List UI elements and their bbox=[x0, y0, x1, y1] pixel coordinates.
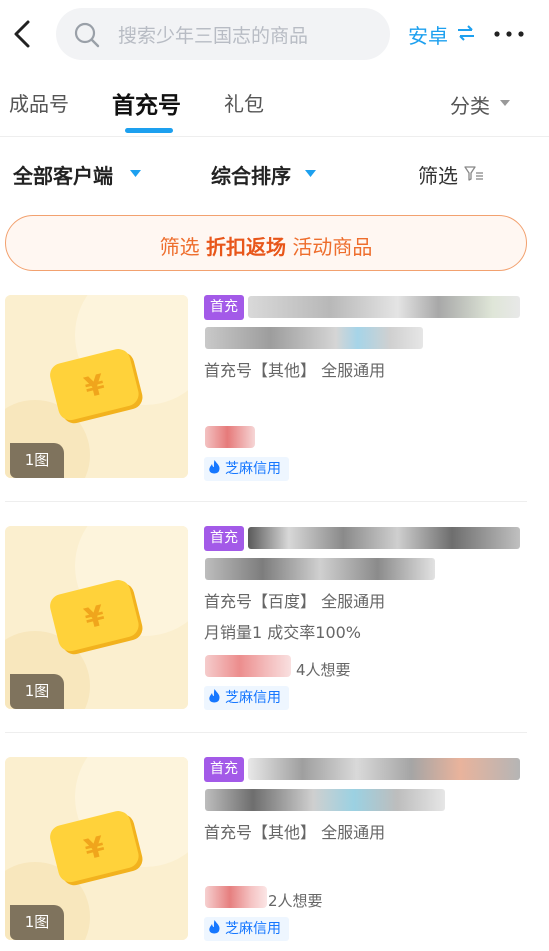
promo-prefix: 筛选 bbox=[159, 235, 200, 259]
first-charge-badge: 首充 bbox=[204, 757, 244, 782]
listing-desc: 首充号【百度】 全服通用 bbox=[204, 592, 386, 611]
credit-label: 芝麻信用 bbox=[225, 690, 281, 706]
blurred-price bbox=[205, 655, 291, 677]
blurred-title bbox=[248, 758, 520, 780]
credit-badge: 芝麻信用 bbox=[204, 686, 289, 710]
product-thumbnail: ¥ 1图 bbox=[5, 526, 188, 709]
search-box[interactable]: 搜索少年三国志的商品 bbox=[56, 8, 390, 60]
divider bbox=[5, 732, 527, 733]
flame-icon bbox=[209, 460, 220, 474]
want-count: 4人想要 bbox=[296, 661, 351, 679]
first-charge-badge: 首充 bbox=[204, 526, 244, 551]
listing-item[interactable]: ¥ 1图 首充 首充号【其他】 全服通用 芝麻信用 bbox=[0, 295, 549, 515]
tab-first-charge-account[interactable]: 首充号 bbox=[112, 86, 181, 120]
divider bbox=[0, 136, 549, 137]
tab-bar: 成品号 首充号 礼包 分类 bbox=[0, 78, 549, 134]
promo-suffix: 活动商品 bbox=[292, 235, 373, 259]
more-icon[interactable] bbox=[492, 26, 526, 42]
blurred-title bbox=[205, 327, 423, 349]
credit-label: 芝麻信用 bbox=[225, 921, 281, 937]
blurred-title bbox=[248, 296, 520, 318]
filter-bar: 全部客户端 综合排序 筛选 bbox=[0, 148, 549, 198]
blurred-title bbox=[248, 527, 520, 549]
listing-stats: 月销量1 成交率100% bbox=[204, 623, 362, 642]
funnel-icon bbox=[464, 166, 483, 181]
back-arrow-icon[interactable] bbox=[8, 16, 38, 52]
flame-icon bbox=[209, 689, 220, 703]
category-dropdown[interactable]: 分类 bbox=[450, 90, 490, 119]
promo-highlight: 折扣返场 bbox=[206, 235, 286, 259]
image-count-badge: 1图 bbox=[10, 443, 64, 478]
listing-desc: 首充号【其他】 全服通用 bbox=[204, 361, 386, 380]
search-placeholder: 搜索少年三国志的商品 bbox=[118, 25, 309, 47]
product-thumbnail: ¥ 1图 bbox=[5, 295, 188, 478]
tab-finished-account[interactable]: 成品号 bbox=[9, 88, 69, 117]
chevron-down-icon bbox=[500, 100, 510, 106]
client-filter[interactable]: 全部客户端 bbox=[13, 160, 113, 189]
credit-badge: 芝麻信用 bbox=[204, 457, 289, 481]
top-bar: 搜索少年三国志的商品 安卓 bbox=[0, 0, 549, 68]
flame-icon bbox=[209, 920, 220, 934]
swap-arrows-icon[interactable] bbox=[456, 21, 476, 45]
product-thumbnail: ¥ 1图 bbox=[5, 757, 188, 940]
image-count-badge: 1图 bbox=[10, 674, 64, 709]
listing-item[interactable]: ¥ 1图 首充 首充号【百度】 全服通用 月销量1 成交率100% 4人想要 芝… bbox=[0, 526, 549, 746]
sort-filter[interactable]: 综合排序 bbox=[211, 160, 291, 189]
promo-text: 筛选 折扣返场 活动商品 bbox=[160, 231, 373, 260]
want-count: 2人想要 bbox=[268, 892, 323, 910]
blurred-price bbox=[205, 426, 255, 448]
platform-switch[interactable]: 安卓 bbox=[408, 20, 448, 49]
listing-desc: 首充号【其他】 全服通用 bbox=[204, 823, 386, 842]
tab-gift-pack[interactable]: 礼包 bbox=[224, 88, 264, 117]
blurred-title bbox=[205, 558, 435, 580]
credit-label: 芝麻信用 bbox=[225, 461, 281, 477]
chevron-down-icon bbox=[130, 170, 141, 177]
promo-banner[interactable]: 筛选 折扣返场 活动商品 bbox=[5, 215, 527, 271]
credit-badge: 芝麻信用 bbox=[204, 917, 289, 941]
first-charge-badge: 首充 bbox=[204, 295, 244, 320]
listing-item[interactable]: ¥ 1图 首充 首充号【其他】 全服通用 2人想要 芝麻信用 bbox=[0, 757, 549, 951]
blurred-title bbox=[205, 789, 445, 811]
divider bbox=[5, 501, 527, 502]
search-icon bbox=[74, 22, 100, 48]
image-count-badge: 1图 bbox=[10, 905, 64, 940]
screen-filter[interactable]: 筛选 bbox=[418, 160, 458, 189]
chevron-down-icon bbox=[305, 170, 316, 177]
active-tab-indicator bbox=[125, 128, 173, 133]
blurred-price bbox=[205, 886, 267, 908]
